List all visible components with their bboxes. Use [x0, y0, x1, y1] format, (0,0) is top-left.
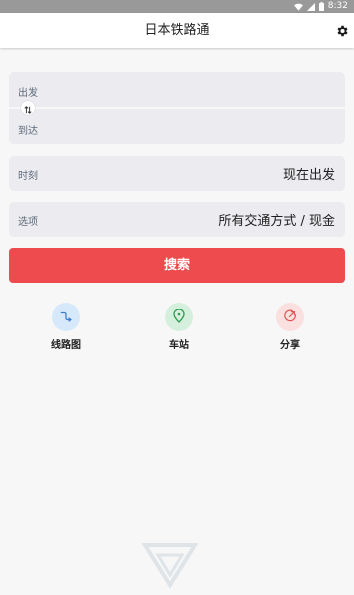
route-divider: [9, 107, 345, 109]
wifi-icon: [293, 3, 303, 11]
route-map-icon: [59, 308, 73, 327]
swap-button[interactable]: [21, 101, 35, 115]
watermark: [140, 540, 350, 590]
gear-icon: [335, 23, 349, 42]
app-bar: 日本铁路通: [0, 13, 354, 48]
battery-icon: [318, 2, 324, 11]
route-map-label: 线路图: [51, 340, 81, 351]
time-value: 现在出发: [282, 168, 335, 183]
share-icon-bg: [276, 303, 304, 331]
options-value: 所有交通方式 / 现金: [218, 214, 335, 229]
share-label: 分享: [280, 340, 300, 351]
app-title: 日本铁路通: [144, 23, 210, 38]
route-card: 出发 到达: [9, 72, 345, 144]
signal-icon: [306, 2, 315, 11]
options-row[interactable]: 选项 所有交通方式 / 现金: [9, 202, 345, 237]
share-shortcut[interactable]: 分享: [260, 303, 320, 351]
settings-button[interactable]: [335, 23, 349, 37]
to-field[interactable]: 到达: [18, 122, 38, 137]
station-shortcut[interactable]: 车站: [149, 303, 209, 351]
time-label: 时刻: [18, 171, 38, 182]
time-row[interactable]: 时刻 现在出发: [9, 156, 345, 191]
share-icon: [283, 308, 297, 327]
route-map-icon-bg: [52, 303, 80, 331]
station-pin-icon: [173, 307, 185, 327]
swap-vertical-icon: [24, 99, 32, 118]
options-label: 选项: [18, 217, 38, 228]
status-time: 8:32: [327, 1, 348, 11]
status-bar: 8:32: [0, 0, 354, 13]
status-icons: 8:32: [293, 0, 348, 13]
route-map-shortcut[interactable]: 线路图: [36, 303, 96, 351]
search-button[interactable]: 搜索: [9, 248, 345, 283]
station-label: 车站: [169, 340, 189, 351]
watermark-logo: [141, 543, 199, 589]
from-field[interactable]: 出发: [18, 84, 38, 99]
station-icon-bg: [165, 303, 193, 331]
